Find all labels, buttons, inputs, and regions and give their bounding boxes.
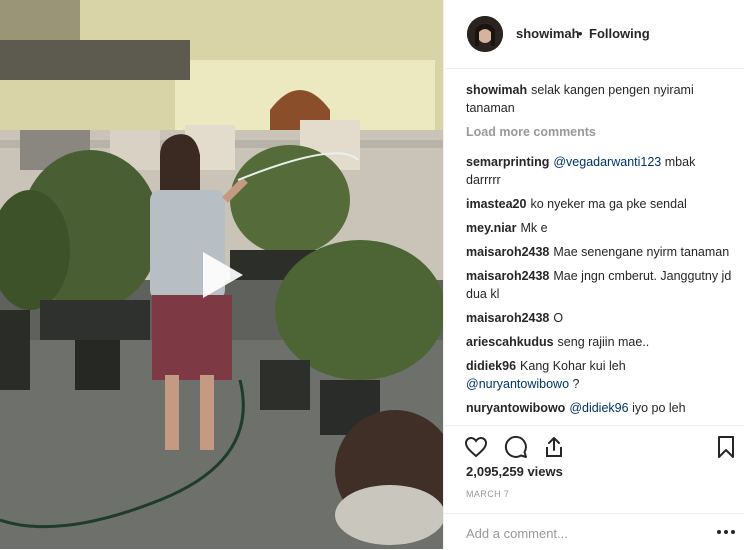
comment-username[interactable]: mey.niar [466, 221, 517, 235]
load-more-comments-button[interactable]: Load more comments [466, 123, 732, 141]
heart-icon[interactable] [464, 435, 488, 459]
comment-username[interactable]: maisaroh2438 [466, 269, 549, 283]
header-separator: • [578, 26, 583, 41]
post-header: showimah • Following [444, 0, 744, 69]
comments-list[interactable]: showimah selak kangen pengen nyirami tana… [466, 81, 732, 425]
comment-item: maisaroh2438 O [466, 309, 732, 327]
comment-item: mey.niar Mk e [466, 219, 732, 237]
comment-username[interactable]: nuryantowibowo [466, 401, 565, 415]
comment-username[interactable]: semarprinting [466, 155, 549, 169]
comment-text: iyo po leh [632, 401, 686, 415]
comment-username[interactable]: maisaroh2438 [466, 311, 549, 325]
action-bar [444, 425, 744, 466]
caption-username[interactable]: showimah [466, 83, 527, 97]
following-button[interactable]: Following [589, 26, 650, 41]
caption: showimah selak kangen pengen nyirami tana… [466, 81, 732, 117]
comment-text-after: ? [572, 377, 580, 391]
comment-text: ko nyeker ma ga pke sendal [530, 197, 687, 211]
bookmark-icon[interactable] [714, 435, 738, 459]
post-sidebar: showimah • Following showimah selak kange… [443, 0, 744, 549]
comment-item: semarprinting @vegadarwanti123 mbak darrr… [466, 153, 732, 189]
comment-username[interactable]: maisaroh2438 [466, 245, 549, 259]
comment-username[interactable]: imastea20 [466, 197, 526, 211]
comment-username[interactable]: didiek96 [466, 359, 516, 373]
avatar[interactable] [467, 16, 503, 52]
view-count[interactable]: 2,095,259 views [466, 464, 563, 479]
comment-text: Kang Kohar kui leh [520, 359, 626, 373]
comment-item: ariescahkudus seng rajiin mae.. [466, 333, 732, 351]
comment-item: didiek96 Kang Kohar kui leh @nuryantowibow… [466, 357, 732, 393]
header-username[interactable]: showimah [516, 26, 580, 41]
comment-item: maisaroh2438 Mae senengane nyirm tanaman [466, 243, 732, 261]
comment-mention[interactable]: @nuryantowibowo [466, 377, 569, 391]
share-icon[interactable] [542, 435, 566, 459]
comment-username[interactable]: ariescahkudus [466, 335, 554, 349]
comment-mention[interactable]: @didiek96 [569, 401, 628, 415]
comment-text: seng rajiin mae.. [557, 335, 650, 349]
post-date[interactable]: MARCH 7 [466, 489, 509, 499]
comment-text: Mk e [520, 221, 548, 235]
more-options-icon[interactable] [716, 528, 736, 536]
add-comment-section [444, 513, 744, 550]
comment-text: O [553, 311, 564, 325]
add-comment-input[interactable] [466, 524, 696, 542]
comment-icon[interactable] [504, 435, 528, 459]
post-video[interactable] [0, 0, 443, 549]
play-icon [203, 252, 243, 298]
comment-mention[interactable]: @vegadarwanti123 [553, 155, 661, 169]
comment-item: imastea20 ko nyeker ma ga pke sendal [466, 195, 732, 213]
play-button[interactable] [189, 244, 251, 306]
comment-item: nuryantowibowo @didiek96 iyo po leh [466, 399, 732, 417]
comment-item: maisaroh2438 Mae jngn cmberut. Janggutny … [466, 267, 732, 303]
comment-text: Mae senengane nyirm tanaman [553, 245, 730, 259]
